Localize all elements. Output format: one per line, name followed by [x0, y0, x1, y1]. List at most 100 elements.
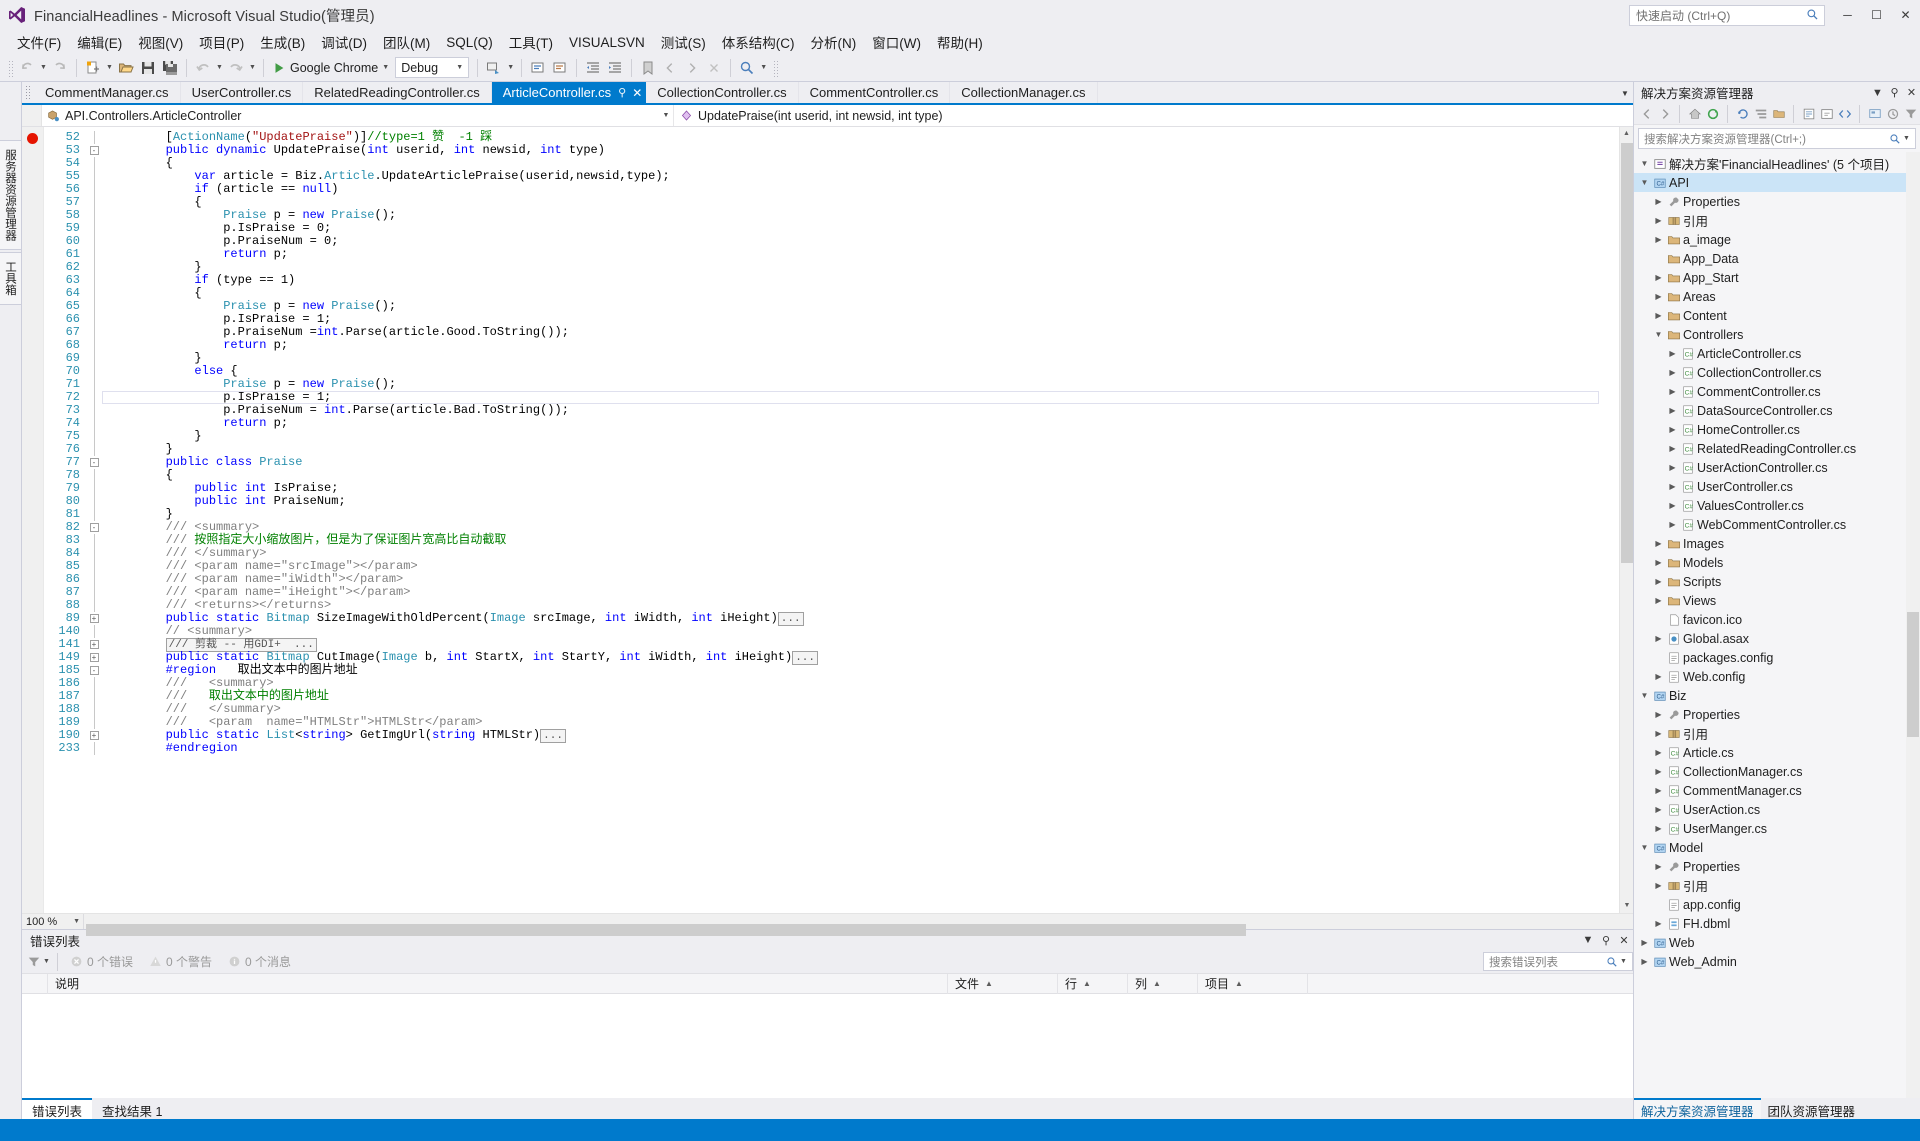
forward-icon[interactable]: [1656, 105, 1673, 123]
prev-bookmark-icon[interactable]: [659, 57, 681, 79]
tree-node-32[interactable]: ▶ C# CollectionManager.cs: [1634, 762, 1920, 781]
menu-item-3[interactable]: 项目(P): [191, 30, 252, 54]
error-panel-tab-0[interactable]: 错误列表: [22, 1098, 93, 1119]
chevron-right-icon[interactable]: ▶: [1666, 463, 1679, 472]
tree-node-38[interactable]: ▶ 引用: [1634, 876, 1920, 895]
back-icon[interactable]: [1638, 105, 1655, 123]
chevron-right-icon[interactable]: ▶: [1666, 520, 1679, 529]
menu-item-4[interactable]: 生成(B): [252, 30, 313, 54]
error-column-header-2[interactable]: 文件 ▲: [948, 973, 1058, 994]
chevron-right-icon[interactable]: ▶: [1652, 767, 1665, 776]
fold-toggle-icon[interactable]: -: [86, 523, 102, 532]
find-in-files-icon[interactable]: [736, 57, 758, 79]
solution-explorer-search-input[interactable]: 搜索解决方案资源管理器(Ctrl+;) ▼: [1638, 128, 1916, 149]
navigate-back-icon[interactable]: [16, 57, 38, 79]
chevron-right-icon[interactable]: ▶: [1652, 729, 1665, 738]
fold-toggle-icon[interactable]: +: [86, 614, 102, 623]
breakpoint-gutter[interactable]: [22, 127, 44, 913]
tree-node-5[interactable]: App_Data: [1634, 249, 1920, 268]
open-file-icon[interactable]: [115, 57, 137, 79]
code-line[interactable]: 77- public class Praise: [44, 456, 1619, 469]
filter-dropdown-icon[interactable]: ▼: [41, 951, 52, 973]
code-editor[interactable]: 52 [ActionName("UpdatePraise")]//type=1 …: [22, 127, 1633, 913]
pending-changes-icon[interactable]: [1884, 105, 1901, 123]
navigate-back-dropdown[interactable]: ▼: [38, 57, 49, 79]
tree-node-40[interactable]: ▶ FH.dbml: [1634, 914, 1920, 933]
code-line[interactable]: 61 return p;: [44, 248, 1619, 261]
chevron-right-icon[interactable]: ▶: [1652, 919, 1665, 928]
sync-with-active-document-icon[interactable]: [1704, 105, 1721, 123]
code-line[interactable]: 69 }: [44, 352, 1619, 365]
code-line[interactable]: 83 /// 按照指定大小缩放图片，但是为了保证图片宽高比自动截取: [44, 534, 1619, 547]
menu-item-2[interactable]: 视图(V): [130, 30, 191, 54]
error-column-header-3[interactable]: 行 ▲: [1058, 973, 1128, 994]
tab-strip-grip[interactable]: [22, 82, 34, 103]
collapse-all-icon[interactable]: [1752, 105, 1769, 123]
code-line[interactable]: 89 + public static Bitmap SizeImageWithOl…: [44, 611, 1619, 626]
fold-toggle-icon[interactable]: +: [86, 653, 102, 662]
tree-node-22[interactable]: ▶ Scripts: [1634, 572, 1920, 591]
tree-node-18[interactable]: ▶ C# ValuesController.cs: [1634, 496, 1920, 515]
warning-count-chip[interactable]: 0 个警告: [142, 952, 219, 971]
chevron-right-icon[interactable]: ▶: [1652, 805, 1665, 814]
chevron-right-icon[interactable]: ▶: [1652, 216, 1665, 225]
tree-node-21[interactable]: ▶ Models: [1634, 553, 1920, 572]
save-all-icon[interactable]: [159, 57, 181, 79]
decrease-indent-icon[interactable]: [582, 57, 604, 79]
chevron-right-icon[interactable]: ▶: [1652, 235, 1665, 244]
minimize-button[interactable]: ─: [1833, 0, 1862, 30]
tree-node-23[interactable]: ▶ Views: [1634, 591, 1920, 610]
toolbar-grip-end[interactable]: [772, 58, 780, 77]
tree-node-4[interactable]: ▶ a_image: [1634, 230, 1920, 249]
chevron-right-icon[interactable]: ▶: [1652, 539, 1665, 548]
tree-node-25[interactable]: ▶ Global.asax: [1634, 629, 1920, 648]
fold-toggle-icon[interactable]: -: [86, 458, 102, 467]
pin-icon[interactable]: ⚲: [618, 86, 626, 99]
document-tab-0[interactable]: CommentManager.cs: [34, 82, 181, 103]
member-selector-combo[interactable]: UpdatePraise(int userid, int newsid, int…: [674, 105, 1633, 126]
chevron-right-icon[interactable]: ▶: [1666, 425, 1679, 434]
tree-node-1[interactable]: ▼ C# API: [1634, 173, 1920, 192]
chevron-down-icon[interactable]: ▼: [1638, 691, 1651, 700]
chevron-down-icon[interactable]: ▼: [1638, 178, 1651, 187]
tree-node-2[interactable]: ▶ Properties: [1634, 192, 1920, 211]
chevron-right-icon[interactable]: ▶: [1652, 862, 1665, 871]
document-tab-6[interactable]: CollectionManager.cs: [950, 82, 1098, 103]
error-count-chip[interactable]: 0 个错误: [63, 952, 140, 971]
chevron-right-icon[interactable]: ▶: [1652, 824, 1665, 833]
quick-launch-input[interactable]: 快速启动 (Ctrl+Q): [1629, 4, 1825, 26]
scroll-up-icon[interactable]: ▲: [1620, 127, 1633, 141]
left-dock-tab-1[interactable]: 工具箱: [0, 252, 22, 305]
code-line[interactable]: 81 }: [44, 508, 1619, 521]
chevron-down-icon[interactable]: ▼: [1638, 159, 1651, 168]
error-list-dropdown-icon[interactable]: ▼: [1579, 934, 1597, 946]
tree-node-42[interactable]: ▶ C# Web_Admin: [1634, 952, 1920, 971]
code-line[interactable]: 185- #region 取出文本中的图片地址: [44, 664, 1619, 677]
code-text-area[interactable]: 52 [ActionName("UpdatePraise")]//type=1 …: [44, 127, 1619, 913]
message-count-chip[interactable]: 0 个消息: [221, 952, 298, 971]
tree-node-19[interactable]: ▶ C# WebCommentController.cs: [1634, 515, 1920, 534]
find-dropdown[interactable]: ▼: [758, 57, 769, 79]
error-list-rows[interactable]: [22, 994, 1633, 1098]
tree-node-13[interactable]: ▶ C# DataSourceController.cs: [1634, 401, 1920, 420]
menu-item-7[interactable]: SQL(Q): [438, 33, 501, 52]
code-line[interactable]: 190 + public static List<string> GetImgUr…: [44, 728, 1619, 743]
class-selector-combo[interactable]: API.Controllers.ArticleController ▼: [42, 105, 674, 126]
code-line[interactable]: 53- public dynamic UpdatePraise(int user…: [44, 144, 1619, 157]
chevron-right-icon[interactable]: ▶: [1638, 957, 1651, 966]
chevron-right-icon[interactable]: ▶: [1652, 634, 1665, 643]
refresh-icon[interactable]: [1734, 105, 1751, 123]
tree-node-20[interactable]: ▶ Images: [1634, 534, 1920, 553]
solution-footer-tab-0[interactable]: 解决方案资源管理器: [1634, 1098, 1761, 1119]
chevron-right-icon[interactable]: ▶: [1652, 577, 1665, 586]
fold-toggle-icon[interactable]: +: [86, 640, 102, 649]
chevron-right-icon[interactable]: ▶: [1666, 482, 1679, 491]
chevron-right-icon[interactable]: ▶: [1638, 938, 1651, 947]
close-icon[interactable]: ✕: [1903, 86, 1920, 99]
search-dropdown-icon[interactable]: ▼: [1618, 951, 1629, 973]
tree-node-29[interactable]: ▶ Properties: [1634, 705, 1920, 724]
menu-item-5[interactable]: 调试(D): [313, 30, 375, 54]
chevron-right-icon[interactable]: ▶: [1652, 672, 1665, 681]
tree-node-33[interactable]: ▶ C# CommentManager.cs: [1634, 781, 1920, 800]
error-column-header-4[interactable]: 列 ▲: [1128, 973, 1198, 994]
